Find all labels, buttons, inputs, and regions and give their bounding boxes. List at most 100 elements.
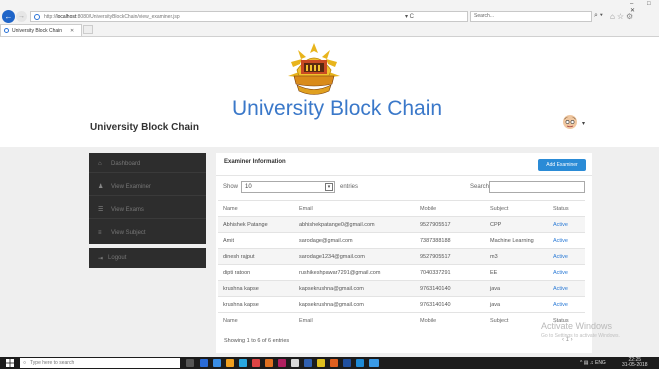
explorer-icon[interactable] [226,359,234,367]
clock[interactable]: 22:25 31-05-2018 [622,358,648,368]
edge-icon[interactable] [213,359,221,367]
cell-status[interactable]: Active [548,248,585,265]
sidebar-item-label: Dashboard [111,160,141,167]
tab-close-icon[interactable]: ✕ [70,28,74,34]
cell-name: Amit [218,232,294,249]
cell-status[interactable]: Active [548,232,585,249]
cell-mobile: 9763140140 [415,296,485,313]
sidebar-item-view-subject[interactable]: ≡ View Subject [89,224,206,242]
notepad-icon[interactable] [291,359,299,367]
column-header-email[interactable]: Email [294,200,415,217]
cell-name: dipti ratoon [218,264,294,281]
column-header-status[interactable]: Status [548,200,585,217]
divider [216,175,592,176]
column-footer-subject: Subject [485,312,548,328]
refresh-button[interactable]: ▾ C [405,13,414,20]
cell-status[interactable]: Active [548,216,585,233]
tab-favicon-icon [4,28,9,33]
activation-watermark-sub: Go to Settings to activate Windows. [541,333,620,339]
table-header-row: Name Email Mobile Subject Status [218,200,585,217]
table-search-input[interactable] [489,181,585,193]
add-examiner-button[interactable]: Add Examiner [538,159,586,171]
university-seal-logo [288,43,340,95]
pagination[interactable]: ‹ 1 › [562,337,573,343]
address-bar[interactable]: http://localhost:8080/UniversityBlockCha… [30,11,468,22]
task-view-icon[interactable] [200,359,208,367]
taskbar-search-input[interactable]: ○ Type here to search [20,358,180,368]
sidebar-item-label: Logout [108,255,127,261]
cell-status[interactable]: Active [548,280,585,297]
cell-subject: java [485,296,548,313]
firefox-icon[interactable] [265,359,273,367]
cell-status[interactable]: Active [548,296,585,313]
logout-icon: ⇥ [98,255,104,262]
cell-subject: EE [485,264,548,281]
cell-email: kapsekrushna@gmail.com [294,296,415,313]
cell-subject: Machine Learning [485,232,548,249]
back-button[interactable]: ← [2,10,15,23]
new-tab-button[interactable] [83,25,93,34]
app-icon[interactable] [304,359,312,367]
chevron-down-icon[interactable]: ▾ [582,120,585,127]
sidebar-item-logout[interactable]: ⇥ Logout [89,248,206,268]
column-header-name[interactable]: Name [218,200,294,217]
cell-mobile: 7040337291 [415,264,485,281]
ie-icon[interactable] [239,359,247,367]
search-label: Search: [470,184,491,190]
search-icon[interactable]: ⌕ ▾ [594,12,603,20]
entries-label: entries [340,184,359,190]
chevron-down-icon: ▾ [325,183,333,191]
address-url: http://localhost:8080/UniversityBlockCha… [44,13,180,20]
forward-button[interactable]: → [16,11,27,22]
app-icon[interactable] [356,359,364,367]
column-footer-mobile: Mobile [415,312,485,328]
sidebar-item-dashboard[interactable]: ⌂ Dashboard [89,155,206,173]
cell-email: abhishekpatange0@gmail.com [294,216,415,233]
system-tray[interactable]: ^ ▤ ♫ ENG [580,360,606,366]
panel-title: Examiner Information [224,159,286,165]
ie-active-icon[interactable] [369,359,379,367]
cell-mobile: 9763140140 [415,280,485,297]
ie-page-icon [34,13,40,20]
arrow-left-icon: ← [4,11,13,21]
file-icon: ☰ [98,207,104,213]
browser-search-input[interactable]: Search... [470,11,592,22]
windows-start-icon[interactable] [6,359,14,367]
table-row: dinesh rajput sarodage1234@gmail.com 95279… [218,248,585,265]
cell-email: kapsekrushna@gmail.com [294,280,415,297]
sidebar-item-view-exams[interactable]: ☰ View Exams [89,201,206,219]
site-title: University Block Chain [232,97,443,120]
cell-email: sarodage1234@gmail.com [294,248,415,265]
browser-tab[interactable]: University Block Chain ✕ [0,24,82,36]
app-icon[interactable] [330,359,338,367]
cell-mobile: 9527905517 [415,216,485,233]
word-icon[interactable] [343,359,351,367]
entries-select[interactable]: 10 ▾ [241,181,335,193]
cell-status[interactable]: Active [548,264,585,281]
store-icon[interactable] [317,359,325,367]
show-label: Show [223,184,239,190]
column-footer-name: Name [218,312,294,328]
clock-date: 31-05-2018 [622,362,648,368]
table-row: Abhishek Patange abhishekpatange0@gmail.c… [218,216,585,233]
cell-name: krushna kapse [218,280,294,297]
cell-subject: CPP [485,216,548,233]
mic-icon[interactable] [186,359,194,367]
activation-watermark: Activate Windows [541,321,613,331]
table-row: dipti ratoon rushikeshpawar7291@gmail.com… [218,264,585,281]
cell-name: Abhishek Patange [218,216,294,233]
app-icon[interactable] [278,359,286,367]
sidebar-item-view-examiner[interactable]: ♟ View Examiner [89,178,206,196]
cell-email: rushikeshpawar7291@gmail.com [294,264,415,281]
avatar[interactable] [562,114,578,130]
column-header-mobile[interactable]: Mobile [415,200,485,217]
table-row: krushna kapse kapsekrushna@gmail.com 97631… [218,280,585,297]
brand-name[interactable]: University Block Chain [90,122,199,133]
taskbar-search-placeholder: Type here to search [30,360,75,366]
window-controls[interactable]: – □ ✕ [630,1,659,14]
column-header-subject[interactable]: Subject [485,200,548,217]
sidebar: ⌂ Dashboard ♟ View Examiner ☰ View Exams… [89,153,206,244]
sidebar-item-label: View Subject [111,230,146,236]
chrome-icon[interactable] [252,359,260,367]
examiner-table: Name Email Mobile Subject Status Abhishe… [218,200,585,328]
